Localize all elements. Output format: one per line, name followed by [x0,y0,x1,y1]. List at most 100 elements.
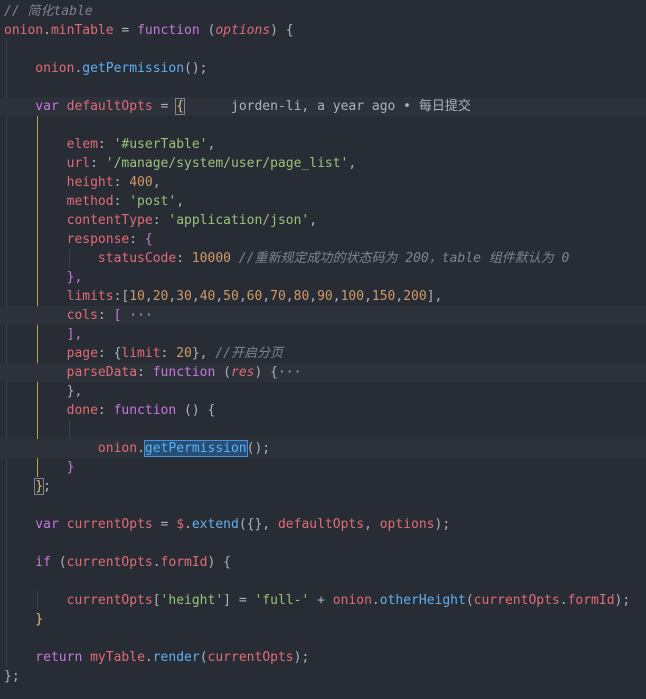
code-token: currentOpts [58,517,153,532]
code-token: 'height' [160,593,224,608]
code-token: defaultOpts [277,517,365,532]
code-token: , [364,517,380,532]
code-line[interactable]: onion.getPermission(); [0,439,646,458]
code-token: . [144,650,153,665]
code-line[interactable] [0,496,646,515]
code-token: var [4,99,59,114]
code-line[interactable]: parseData: function (res) {··· [0,363,646,382]
code-token: = [152,517,177,532]
code-token: ); [434,517,451,532]
code-line[interactable]: if (currentOpts.formId) { [0,553,646,572]
code-line[interactable] [0,420,646,439]
code-token: , [348,156,357,171]
code-line[interactable]: contentType: 'application/json', [0,211,646,230]
code-token: if [4,555,51,570]
code-token: : [90,156,106,171]
code-token: formId [160,555,208,570]
code-token: , [309,289,318,304]
code-token: : [97,403,114,418]
code-line[interactable]: // 简化table [0,2,646,21]
code-token: onion [332,593,372,608]
code-token: :[ [113,289,130,304]
code-line[interactable]: elem: '#userTable', [0,135,646,154]
code-token: , [364,289,372,304]
code-token: . [559,593,568,608]
code-editor[interactable]: // 简化table onion.minTable = function (opt… [0,0,646,699]
code-token: . [184,517,192,532]
code-token: currentOpts [4,593,153,608]
code-line[interactable]: onion.minTable = function (options) { [0,21,646,40]
code-line[interactable] [0,40,646,59]
code-token: 400 [129,175,153,190]
code-token: statusCode [4,251,177,266]
code-line[interactable] [0,78,646,97]
code-line[interactable]: cols: [ ··· [0,306,646,325]
code-token: parseData [4,365,138,380]
code-token: 200 [403,289,427,304]
code-line[interactable]: onion.getPermission(); [0,59,646,78]
code-token: 150 [371,289,396,304]
code-token: ], [4,327,83,342]
code-token: ( [215,365,231,380]
folded-region-ellipsis[interactable]: ··· [278,365,301,380]
code-token: 60 [246,289,263,304]
code-line[interactable]: } [0,610,646,629]
code-token: : [160,346,177,361]
code-line[interactable]: url: '/manage/system/user/page_list', [0,154,646,173]
code-token: ); [293,650,310,665]
code-line[interactable]: statusCode: 10000 //重新规定成功的状态码为 200，tabl… [0,249,646,268]
code-token: ( [199,23,216,38]
code-token: 'application/json' [168,213,310,228]
code-token: currentOpts [66,555,153,570]
code-line[interactable]: var currentOpts = $.extend({}, defaultOp… [0,515,646,534]
code-token: , [215,289,224,304]
code-token: , [285,289,294,304]
code-line[interactable]: currentOpts['height'] = 'full-' + onion.… [0,591,646,610]
code-line[interactable]: height: 400, [0,173,646,192]
code-line[interactable] [0,534,646,553]
code-line[interactable]: response: { [0,230,646,249]
code-token: done [4,403,98,418]
code-token: onion [4,441,138,456]
code-token: response [4,232,130,247]
code-line[interactable]: return myTable.render(currentOpts); [0,648,646,667]
code-line[interactable]: page: {limit: 20}, //开启分页 [0,344,646,363]
code-token: limit [121,346,161,361]
code-token: 80 [293,289,310,304]
code-token: + [309,593,333,608]
code-token: : { [97,346,122,361]
code-line[interactable]: }; [0,667,646,686]
code-line[interactable]: }, [0,382,646,401]
code-line[interactable]: ], [0,325,646,344]
code-token: function [113,403,177,418]
code-line[interactable]: limits:[10,20,30,40,50,60,70,80,90,100,1… [0,287,646,306]
folded-region-ellipsis[interactable]: ··· [121,308,153,323]
code-line[interactable] [0,572,646,591]
code-line[interactable] [0,629,646,648]
code-token: 'post' [129,194,177,209]
code-token: }; [4,669,20,684]
code-line[interactable]: method: 'post', [0,192,646,211]
code-token: contentType [4,213,153,228]
code-line[interactable]: var defaultOpts = { jorden-li, a year ag… [0,97,646,116]
code-token: '/manage/system/user/page_list' [105,156,349,171]
code-token: } [34,478,45,495]
code-token: options [379,517,435,532]
code-token: . [152,555,161,570]
code-token: ], [426,289,443,304]
code-token: ( [199,650,208,665]
code-line[interactable]: done: function () { [0,401,646,420]
code-line[interactable]: }, [0,268,646,287]
code-line[interactable]: }; [0,477,646,496]
code-line[interactable] [0,116,646,135]
code-token: : [129,232,145,247]
code-token: ] = [223,593,255,608]
code-token: method [4,194,114,209]
code-token: 'full-' [254,593,310,608]
code-token: 10000 [191,251,231,266]
code-line[interactable]: } [0,458,646,477]
code-token: , [191,289,200,304]
code-token: res [231,365,255,380]
code-token: function [137,23,200,38]
